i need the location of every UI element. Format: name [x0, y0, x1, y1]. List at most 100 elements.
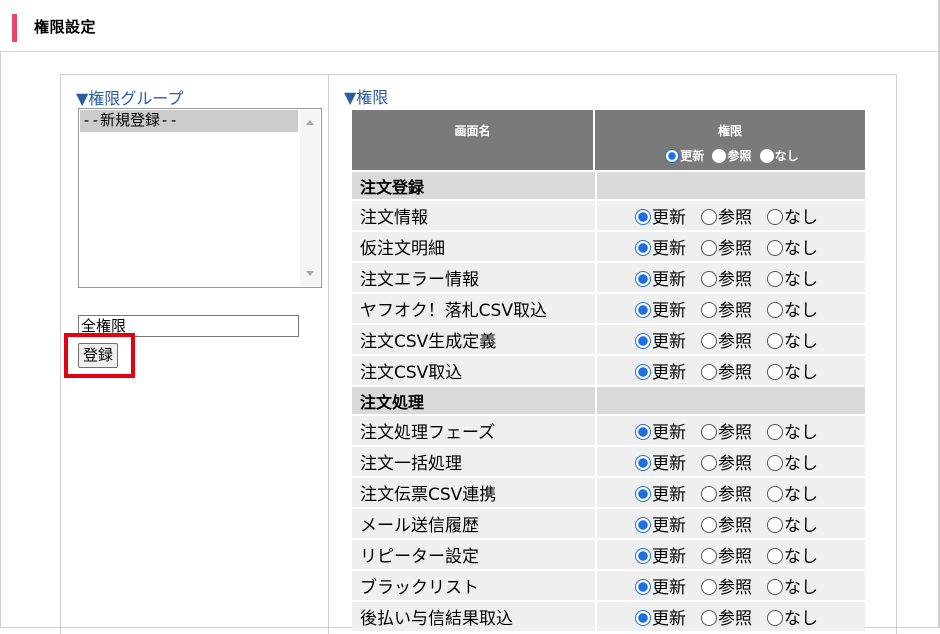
radio-label-update: 更新: [652, 332, 686, 352]
radio-label-update: 更新: [652, 270, 686, 290]
radio-none[interactable]: [767, 240, 783, 256]
panel-divider: [328, 74, 329, 634]
radio-label-update: 更新: [652, 516, 686, 536]
permission-group-listbox[interactable]: --新規登録--: [78, 108, 322, 288]
radio-update[interactable]: [635, 610, 651, 626]
radio-view[interactable]: [701, 610, 717, 626]
radio-update[interactable]: [635, 209, 651, 225]
radio-view[interactable]: [701, 486, 717, 502]
screen-name: 注文CSV取込: [352, 356, 595, 385]
radio-label-update: 更新: [652, 547, 686, 567]
radio-none[interactable]: [767, 302, 783, 318]
listbox-option-new[interactable]: --新規登録--: [80, 110, 298, 132]
permission-radio-group: 更新 参照 なし: [595, 325, 865, 354]
permission-radio-group: 更新 参照 なし: [595, 478, 865, 507]
radio-update[interactable]: [635, 302, 651, 318]
radio-view[interactable]: [701, 271, 717, 287]
table-row: ヤフオク！落札CSV取込 更新 参照 なし: [352, 294, 865, 323]
table-row: 注文伝票CSV連携 更新 参照 なし: [352, 478, 865, 507]
scroll-down-arrow-icon[interactable]: [306, 271, 314, 276]
table-row: 注文情報 更新 参照 なし: [352, 201, 865, 230]
bulk-view-radio[interactable]: [712, 149, 727, 163]
permission-radio-group: 更新 参照 なし: [595, 201, 865, 230]
radio-none[interactable]: [767, 579, 783, 595]
permission-group-heading: ▼権限グループ: [76, 89, 184, 108]
radio-none[interactable]: [767, 486, 783, 502]
radio-update[interactable]: [635, 579, 651, 595]
radio-view[interactable]: [701, 333, 717, 349]
radio-label-none: なし: [784, 332, 818, 352]
radio-label-none: なし: [784, 454, 818, 474]
radio-label-update: 更新: [652, 485, 686, 505]
radio-none[interactable]: [767, 517, 783, 533]
radio-update[interactable]: [635, 455, 651, 471]
radio-label-update: 更新: [652, 208, 686, 228]
radio-update[interactable]: [635, 271, 651, 287]
table-row: リピーター設定 更新 参照 なし: [352, 540, 865, 569]
radio-update[interactable]: [635, 364, 651, 380]
radio-label-view: 参照: [718, 363, 752, 383]
radio-view[interactable]: [701, 364, 717, 380]
table-row: 仮注文明細 更新 参照 なし: [352, 232, 865, 261]
radio-label-none: なし: [784, 578, 818, 598]
radio-update[interactable]: [635, 424, 651, 440]
bulk-none-label: なし: [774, 149, 799, 163]
radio-label-none: なし: [784, 516, 818, 536]
radio-none[interactable]: [767, 333, 783, 349]
bulk-update-radio[interactable]: [665, 149, 680, 163]
permission-radio-group: 更新 参照 なし: [595, 232, 865, 261]
radio-label-view: 参照: [718, 485, 752, 505]
page-header: 権限設定: [0, 0, 938, 52]
screen-name: 注文CSV生成定義: [352, 325, 595, 354]
radio-view[interactable]: [701, 579, 717, 595]
radio-view[interactable]: [701, 424, 717, 440]
radio-none[interactable]: [767, 610, 783, 626]
radio-update[interactable]: [635, 517, 651, 533]
radio-none[interactable]: [767, 271, 783, 287]
radio-view[interactable]: [701, 517, 717, 533]
radio-view[interactable]: [701, 209, 717, 225]
listbox-scrollbar[interactable]: [300, 110, 320, 286]
permission-table: 画面名 権限 更新 参照 なし 注文登録 注文情報 更新 参照 なし 仮注文明細 更新 参照な…: [352, 108, 865, 633]
permission-radio-group: 更新 参照 なし: [595, 263, 865, 292]
radio-none[interactable]: [767, 209, 783, 225]
screen-name: リピーター設定: [352, 540, 595, 569]
radio-label-update: 更新: [652, 301, 686, 321]
radio-label-none: なし: [784, 547, 818, 567]
column-header-screen-label: 画面名: [454, 124, 491, 138]
category-permission-cell: [595, 387, 865, 414]
permission-radio-group: 更新 参照 なし: [595, 356, 865, 385]
bulk-none-radio[interactable]: [759, 149, 774, 163]
table-row: 注文処理フェーズ 更新 参照 なし: [352, 416, 865, 445]
radio-update[interactable]: [635, 333, 651, 349]
radio-none[interactable]: [767, 548, 783, 564]
screen-name: 注文情報: [352, 201, 595, 230]
radio-view[interactable]: [701, 548, 717, 564]
scroll-up-arrow-icon[interactable]: [306, 120, 314, 125]
radio-view[interactable]: [701, 455, 717, 471]
screen-name: メール送信履歴: [352, 509, 595, 538]
column-header-permission: 権限 更新 参照 なし: [595, 110, 865, 170]
radio-label-view: 参照: [718, 208, 752, 228]
screen-name: 注文処理フェーズ: [352, 416, 595, 445]
radio-label-none: なし: [784, 363, 818, 383]
radio-update[interactable]: [635, 548, 651, 564]
radio-none[interactable]: [767, 364, 783, 380]
radio-view[interactable]: [701, 302, 717, 318]
bulk-view-label: 参照: [727, 149, 752, 163]
radio-label-view: 参照: [718, 578, 752, 598]
radio-label-view: 参照: [718, 270, 752, 290]
permission-radio-group: 更新 参照 なし: [595, 509, 865, 538]
radio-label-none: なし: [784, 270, 818, 290]
header-bulk-radios: 更新 参照 なし: [595, 147, 865, 164]
radio-update[interactable]: [635, 240, 651, 256]
permission-radio-group: 更新 参照 なし: [595, 571, 865, 600]
radio-none[interactable]: [767, 424, 783, 440]
register-button[interactable]: 登録: [78, 343, 118, 368]
radio-view[interactable]: [701, 240, 717, 256]
radio-none[interactable]: [767, 455, 783, 471]
permission-radio-group: 更新 参照 なし: [595, 294, 865, 323]
page-title: 権限設定: [34, 18, 97, 36]
radio-update[interactable]: [635, 486, 651, 502]
radio-label-update: 更新: [652, 454, 686, 474]
